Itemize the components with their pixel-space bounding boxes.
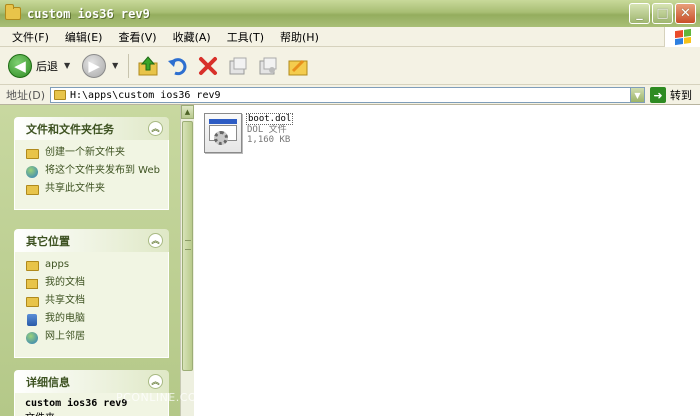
details-type: 文件夹 [25,409,160,416]
folders-icon [288,59,308,75]
scrollbar-thumb[interactable] [182,121,193,371]
delete-icon [199,56,218,75]
scroll-up-icon[interactable]: ▲ [181,105,194,119]
dol-file-icon [204,113,242,153]
menu-file[interactable]: 文件(F) [4,29,57,45]
details-title: 详细信息 [26,375,70,389]
place-network[interactable]: 网上邻居 [25,331,160,344]
place-my-documents[interactable]: 我的文档 [25,277,160,290]
copy-to-icon [259,57,277,74]
menu-help[interactable]: 帮助(H) [272,29,327,45]
other-places-body: apps 我的文档 共享文档 我的电脑 网上邻居 [14,252,169,358]
file-tasks-panel: 文件和文件夹任务 ︽ 创建一个新文件夹 将这个文件夹发布到 Web 共享此文件夹 [14,117,169,210]
close-button[interactable]: ✕ [675,3,696,24]
file-name: boot.dol [246,113,294,125]
back-button[interactable]: ◀ 后退 ▼ [8,53,70,78]
folder-icon [54,90,66,100]
toolbar: ◀ 后退 ▼ ▶ ▼ [0,47,700,85]
file-info: boot.dol DOL 文件 1,160 KB [246,113,294,145]
other-places-title: 其它位置 [26,234,70,248]
folders-view-button[interactable] [285,53,311,79]
place-label: 共享文档 [45,295,85,306]
up-folder-button[interactable] [135,53,161,79]
menu-tools[interactable]: 工具(T) [219,29,272,45]
watermark: PCONLINE.COM.CN [116,391,228,404]
undo-button[interactable] [165,53,191,79]
place-shared-documents[interactable]: 共享文档 [25,295,160,308]
minimize-button[interactable]: _ [629,3,650,24]
shared-folder-icon [25,295,39,308]
other-places-panel: 其它位置 ︽ apps 我的文档 共享文档 我的电脑 网上邻居 [14,229,169,358]
forward-arrow-icon: ▶ [82,53,107,78]
move-to-icon [229,57,247,74]
file-tasks-header[interactable]: 文件和文件夹任务 ︽ [14,117,169,140]
task-share-folder[interactable]: 共享此文件夹 [25,183,160,196]
file-tasks-title: 文件和文件夹任务 [26,122,114,136]
grip-icon [185,240,191,250]
file-tasks-body: 创建一个新文件夹 将这个文件夹发布到 Web 共享此文件夹 [14,140,169,210]
place-apps[interactable]: apps [25,259,160,272]
place-label: 网上邻居 [45,331,85,342]
forward-button[interactable]: ▶ ▼ [82,53,118,78]
go-label: 转到 [670,89,692,102]
share-folder-icon [25,183,39,196]
menu-edit[interactable]: 编辑(E) [57,29,111,45]
window-title: custom ios36 rev9 [27,6,150,21]
task-label: 创建一个新文件夹 [45,147,125,158]
details-header[interactable]: 详细信息 ︽ [14,370,169,393]
back-label: 后退 [36,59,58,73]
title-bar[interactable]: custom ios36 rev9 _ □ ✕ [0,0,700,27]
undo-icon [168,57,187,75]
task-pane-scrollbar[interactable]: ▲ [180,105,194,416]
file-type: DOL 文件 [247,125,287,135]
folder-icon [5,4,21,20]
folder-icon [25,259,39,272]
collapse-chevron-icon[interactable]: ︽ [148,233,163,248]
back-arrow-icon: ◀ [8,53,32,78]
place-label: 我的电脑 [45,313,85,324]
address-dropdown-icon[interactable]: ▼ [630,88,644,102]
address-input[interactable]: H:\apps\custom ios36 rev9 ▼ [50,87,645,103]
task-pane: 文件和文件夹任务 ︽ 创建一个新文件夹 将这个文件夹发布到 Web 共享此文件夹… [0,105,180,416]
task-new-folder[interactable]: 创建一个新文件夹 [25,147,160,160]
address-bar: 地址(D) H:\apps\custom ios36 rev9 ▼ ➜ 转到 [0,85,700,105]
menu-view[interactable]: 查看(V) [110,29,164,45]
up-folder-icon [138,55,158,75]
file-size: 1,160 KB [247,135,291,145]
place-label: apps [45,259,70,270]
go-arrow-icon: ➜ [650,87,666,103]
maximize-button[interactable]: □ [652,3,673,24]
task-label: 将这个文件夹发布到 Web [45,165,160,176]
address-label: 地址(D) [6,88,46,102]
task-label: 共享此文件夹 [45,183,105,194]
computer-icon [25,313,39,326]
move-to-button[interactable] [225,53,251,79]
place-my-computer[interactable]: 我的电脑 [25,313,160,326]
file-item[interactable]: boot.dol DOL 文件 1,160 KB [204,113,294,153]
place-label: 我的文档 [45,277,85,288]
windows-logo-icon [664,27,700,47]
forward-dropdown-icon[interactable]: ▼ [112,61,118,70]
collapse-chevron-icon[interactable]: ︽ [148,374,163,389]
copy-to-button[interactable] [255,53,281,79]
toolbar-separator [128,53,130,78]
window-controls: _ □ ✕ [629,3,696,24]
back-dropdown-icon[interactable]: ▼ [64,61,70,70]
globe-icon [25,165,39,178]
address-path: H:\apps\custom ios36 rev9 [70,89,221,101]
go-button[interactable]: ➜ 转到 [650,87,692,103]
other-places-header[interactable]: 其它位置 ︽ [14,229,169,252]
new-folder-icon [25,147,39,160]
file-list[interactable]: boot.dol DOL 文件 1,160 KB [194,105,700,416]
delete-button[interactable] [195,53,221,79]
task-publish-web[interactable]: 将这个文件夹发布到 Web [25,165,160,178]
menu-bar: 文件(F) 编辑(E) 查看(V) 收藏(A) 工具(T) 帮助(H) [0,27,700,47]
collapse-chevron-icon[interactable]: ︽ [148,121,163,136]
menu-favorites[interactable]: 收藏(A) [165,29,219,45]
documents-folder-icon [25,277,39,290]
network-icon [25,331,39,344]
